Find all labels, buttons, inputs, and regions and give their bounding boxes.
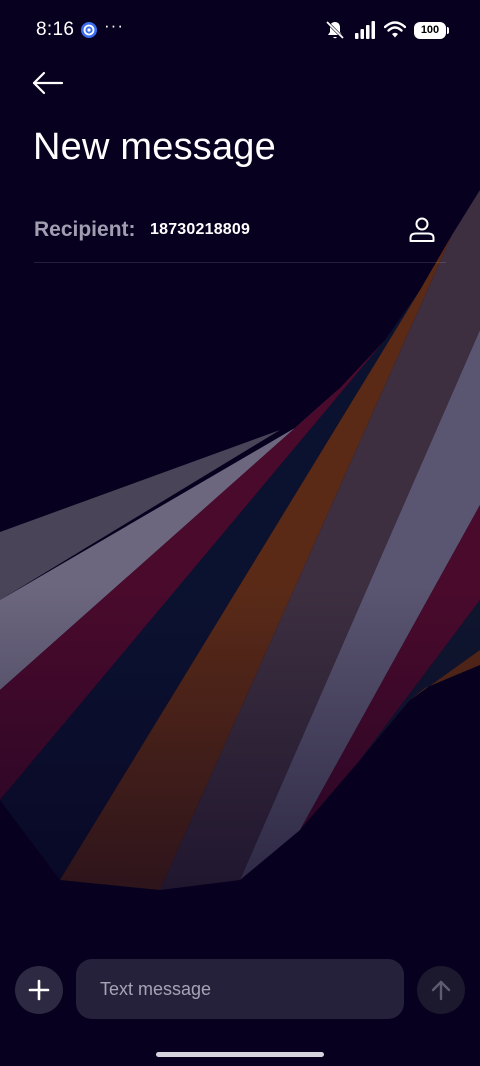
more-notifications-icon: ···	[104, 16, 124, 35]
page-title: New message	[33, 126, 276, 168]
attach-button[interactable]	[15, 966, 63, 1014]
person-icon	[409, 217, 435, 242]
send-button[interactable]	[417, 966, 465, 1014]
message-composer	[0, 958, 480, 1020]
arrow-up-icon	[431, 980, 451, 1001]
recipient-field[interactable]: Recipient: 18730218809	[34, 200, 446, 263]
signal-icon	[355, 21, 375, 39]
contact-picker-button[interactable]	[406, 214, 438, 246]
recipient-value[interactable]: 18730218809	[150, 221, 250, 239]
status-time: 8:16	[36, 19, 75, 40]
status-bar: 8:16 ··· 100	[0, 0, 480, 60]
status-icons: 100	[324, 18, 449, 42]
silent-bell-icon	[325, 20, 345, 40]
app-notification-icon	[81, 22, 97, 38]
plus-icon	[28, 979, 50, 1001]
recipient-label: Recipient:	[34, 218, 136, 241]
battery-icon: 100	[414, 21, 449, 39]
message-input[interactable]	[76, 959, 404, 1019]
home-indicator[interactable]	[156, 1052, 324, 1057]
wifi-icon	[384, 21, 406, 38]
back-button[interactable]	[28, 64, 68, 104]
battery-level: 100	[420, 24, 440, 36]
arrow-left-icon	[32, 71, 64, 95]
